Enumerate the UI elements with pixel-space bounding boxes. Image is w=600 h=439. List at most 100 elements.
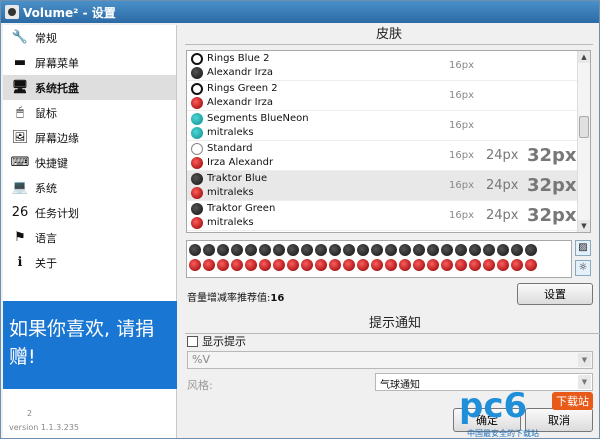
sidebar: 🔧 常规 ▬ 屏幕菜单 🖥 系统托盘 🖱 鼠标 🖼 屏幕边缘 ⌨ 快捷键 💻 系统 26 任务计划 ⚑ 语言 ℹ 关于… <box>3 25 177 438</box>
skin-knob-icon <box>191 82 203 95</box>
preview-knob-icon <box>511 244 523 256</box>
preview-knob-icon <box>427 244 439 256</box>
skin-row[interactable]: Traktor Green mitraleks 16px 24px 32px <box>187 201 590 231</box>
title-bar[interactable]: Volume² - 设置 <box>1 1 599 23</box>
sidebar-item-label: 屏幕边缘 <box>35 131 79 145</box>
preview-knob-icon <box>371 259 383 271</box>
sidebar-item[interactable]: ⌨ 快捷键 <box>3 150 176 175</box>
screen-menu-icon: ▬ <box>13 55 27 70</box>
sidebar-item[interactable]: 26 任务计划 <box>3 200 176 225</box>
sidebar-item[interactable]: ℹ 关于 <box>3 250 176 275</box>
preview-knob-icon <box>231 244 243 256</box>
notify-format-input[interactable]: %V ▼ <box>187 351 593 369</box>
preview-knob-icon <box>469 244 481 256</box>
show-tips-checkbox[interactable] <box>187 335 198 347</box>
skin-author: Alexandr Irza <box>207 66 274 78</box>
preview-knob-icon <box>231 259 243 271</box>
skin-author-icon <box>191 96 203 109</box>
skin-name: Standard <box>207 142 253 154</box>
preview-knob-icon <box>483 244 495 256</box>
skin-name-line: Traktor Blue <box>191 172 427 186</box>
preview-knob-icon <box>357 259 369 271</box>
sidebar-item-label: 快捷键 <box>35 156 68 170</box>
preview-knob-icon <box>343 259 355 271</box>
preview-knob-icon <box>245 244 257 256</box>
app-icon <box>5 5 19 19</box>
skin-author-line: mitraleks <box>191 216 427 230</box>
skin-row[interactable]: Standard Irza Alexandr 16px 24px 32px <box>187 141 590 171</box>
skin-knob-icon <box>191 112 203 125</box>
sidebar-item[interactable]: ▬ 屏幕菜单 <box>3 50 176 75</box>
keyboard-icon: ⌨ <box>10 155 30 170</box>
skin-name: Rings Blue 2 <box>207 52 270 64</box>
size-16-label: 16px <box>449 150 474 161</box>
skin-row[interactable]: Segments BlueNeon mitraleks 16px <box>187 111 590 141</box>
preview-knob-icon <box>399 259 411 271</box>
sidebar-item[interactable]: 🔧 常规 <box>3 25 176 50</box>
scroll-down-icon[interactable]: ▼ <box>578 220 590 232</box>
size-16-label: 16px <box>449 90 474 101</box>
mouse-icon: 🖱 <box>16 105 24 120</box>
preview-knob-icon <box>385 244 397 256</box>
format-dropdown-icon[interactable]: ▼ <box>578 353 591 367</box>
scroll-up-icon[interactable]: ▲ <box>578 51 590 63</box>
nav-list: 🔧 常规 ▬ 屏幕菜单 🖥 系统托盘 🖱 鼠标 🖼 屏幕边缘 ⌨ 快捷键 💻 系统 26 任务计划 ⚑ 语言 ℹ 关于 <box>3 25 176 275</box>
gain-label: 音量增减率推荐值:16 <box>187 289 284 304</box>
skin-author-icon <box>191 126 203 139</box>
skin-author: mitraleks <box>207 216 254 228</box>
preview-knob-icon <box>259 244 271 256</box>
skin-name: Rings Green 2 <box>207 82 278 94</box>
settings-window: Volume² - 设置 🔧 常规 ▬ 屏幕菜单 🖥 系统托盘 🖱 鼠标 🖼 屏幕边缘 ⌨ 快捷键 💻 系… <box>0 0 600 439</box>
skin-row[interactable]: Traktor Blue mitraleks 16px 24px 32px <box>187 171 590 201</box>
skin-list[interactable]: Rings Blue 2 Alexandr Irza 16px Rings Green… <box>186 50 591 233</box>
skin-name: Traktor Blue <box>207 172 268 184</box>
skin-row[interactable]: Rings Green 2 Alexandr Irza 16px <box>187 81 590 111</box>
settings-button[interactable]: 设置 <box>517 283 593 305</box>
preview-knob-icon <box>441 259 453 271</box>
preview-knob-icon <box>287 259 299 271</box>
show-tips-row[interactable]: 显示提示 <box>187 333 246 349</box>
skin-knob-icon <box>191 172 203 185</box>
preview-knob-icon <box>189 259 201 271</box>
preview-knob-icon <box>315 259 327 271</box>
notify-format-value: %V <box>192 353 210 366</box>
preview-settings-icon[interactable]: ☼ <box>575 260 591 276</box>
skins-header: 皮肤 <box>185 25 593 45</box>
sidebar-item[interactable]: 🖱 鼠标 <box>3 100 176 125</box>
sidebar-item[interactable]: 🖥 系统托盘 <box>3 75 176 100</box>
size-16-label: 16px <box>449 60 474 71</box>
donate-banner[interactable]: 如果你喜欢, 请捐赠! <box>3 301 177 389</box>
sidebar-item-label: 任务计划 <box>35 206 79 220</box>
sidebar-item[interactable]: ⚑ 语言 <box>3 225 176 250</box>
skin-list-scrollbar[interactable]: ▲ ▼ <box>577 51 590 232</box>
skin-name: Traktor Green <box>207 202 276 214</box>
preview-knob-icon <box>413 244 425 256</box>
preview-knob-icon <box>525 259 537 271</box>
skin-author: Alexandr Irza <box>207 96 274 108</box>
preview-knob-icon <box>301 259 313 271</box>
sidebar-item-label: 系统 <box>35 181 57 195</box>
skin-name-line: Segments BlueNeon <box>191 112 427 126</box>
tools-icon: 🔧 <box>11 30 29 45</box>
sidebar-item[interactable]: 💻 系统 <box>3 175 176 200</box>
sidebar-item[interactable]: 🖼 屏幕边缘 <box>3 125 176 150</box>
calendar-icon: 26 <box>11 205 29 220</box>
skin-knob-icon <box>191 142 203 155</box>
preview-background-icon[interactable]: ▨ <box>575 240 591 256</box>
preview-knob-icon <box>427 259 439 271</box>
gain-label-text: 音量增减率推荐值: <box>187 293 271 304</box>
preview-knob-icon <box>469 259 481 271</box>
preview-knob-icon <box>497 259 509 271</box>
preview-knob-icon <box>245 259 257 271</box>
size-32-label: 32px <box>527 175 577 196</box>
preview-knob-icon <box>315 244 327 256</box>
preview-knob-icon <box>413 259 425 271</box>
version-sup: 2 <box>27 409 33 418</box>
skin-author: mitraleks <box>207 186 254 198</box>
skin-row[interactable]: Rings Blue 2 Alexandr Irza 16px <box>187 51 590 81</box>
preview-knob-icon <box>441 244 453 256</box>
size-32-label: 32px <box>527 145 577 166</box>
scroll-thumb[interactable] <box>579 116 589 138</box>
preview-knob-icon <box>203 244 215 256</box>
preview-knob-icon <box>455 244 467 256</box>
